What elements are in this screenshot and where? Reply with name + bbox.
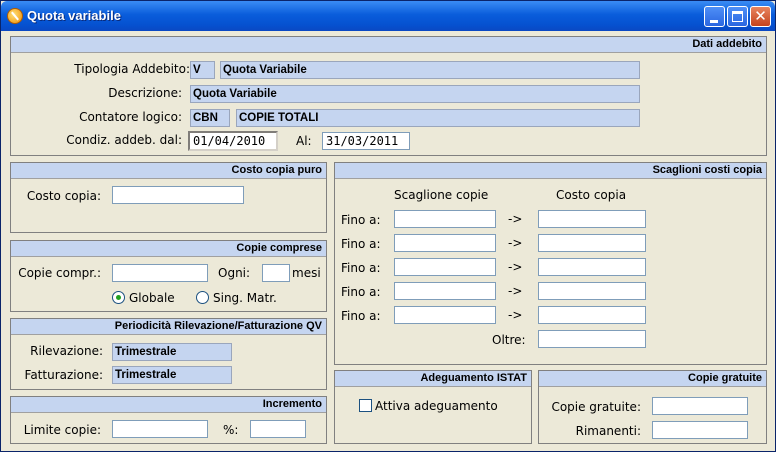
adeguamento-panel: Adeguamento ISTAT Attiva adeguamento [334,370,532,444]
maximize-icon [732,11,743,22]
mesi-label: mesi [292,266,321,280]
percent-label: %: [223,423,239,437]
minimize-icon [710,20,718,23]
globale-label[interactable]: Globale [129,291,175,305]
rilevazione-label: Rilevazione: [30,344,103,358]
scaglione-input-4[interactable] [394,282,496,300]
limite-copie-input[interactable] [112,420,208,438]
tipologia-label: Tipologia Addebito: [74,62,190,76]
oltre-input[interactable] [538,330,646,348]
costo-copia-puro-panel: Costo copia puro Costo copia: [10,162,327,233]
copie-gratuite-header: Copie gratuite [539,371,766,387]
costo-copia-input[interactable] [112,186,244,204]
costo-input-2[interactable] [538,234,646,252]
incremento-panel: Incremento Limite copie: %: [10,396,327,444]
quota-variabile-window: Quota variabile ✕ Dati addebito Tipologi… [0,0,776,452]
dati-addebito-panel: Dati addebito Tipologia Addebito: V Quot… [10,36,767,156]
fino-a-label: Fino a: [341,285,381,299]
arrow-label: -> [508,260,523,274]
rimanenti-input[interactable] [652,421,748,439]
sing-matr-label[interactable]: Sing. Matr. [213,291,277,305]
fino-a-label: Fino a: [341,261,381,275]
al-date-field[interactable]: 31/03/2011 [322,132,410,150]
arrow-label: -> [508,284,523,298]
limite-copie-label: Limite copie: [23,423,101,437]
arrow-label: -> [508,308,523,322]
costo-input-3[interactable] [538,258,646,276]
costo-input-5[interactable] [538,306,646,324]
contatore-value-field: COPIE TOTALI [236,109,640,127]
scaglioni-panel: Scaglioni costi copia Scaglione copie Co… [334,162,767,365]
al-label: Al: [296,134,312,148]
costo-copia-label: Costo copia: [26,189,101,203]
copie-comprese-header: Copie comprese [11,241,326,257]
scaglione-input-1[interactable] [394,210,496,228]
arrow-label: -> [508,212,523,226]
adeguamento-header: Adeguamento ISTAT [335,371,531,387]
globale-radio[interactable] [112,291,125,304]
copie-compr-label: Copie compr.: [18,266,101,280]
window-title: Quota variabile [27,8,121,23]
col-costo-header: Costo copia [556,188,627,202]
copie-gratuite-input[interactable] [652,397,748,415]
copie-comprese-panel: Copie comprese Copie compr.: Ogni: mesi … [10,240,327,312]
costo-input-1[interactable] [538,210,646,228]
contatore-label: Contatore logico: [79,110,182,124]
copie-gratuite-label: Copie gratuite: [551,400,641,414]
fatturazione-field: Trimestrale [112,366,232,384]
descrizione-field: Quota Variabile [190,85,640,103]
minimize-button[interactable] [704,6,725,27]
copie-gratuite-panel: Copie gratuite Copie gratuite: Rimanenti… [538,370,767,444]
condiz-label: Condiz. addeb. dal: [66,133,182,147]
maximize-button[interactable] [727,6,748,27]
sing-matr-radio[interactable] [196,291,209,304]
col-scaglione-header: Scaglione copie [394,188,489,202]
ogni-label: Ogni: [218,266,251,280]
oltre-label: Oltre: [492,333,526,347]
percent-input[interactable] [250,420,306,438]
rilevazione-field: Trimestrale [112,343,232,361]
scaglioni-header: Scaglioni costi copia [335,163,766,179]
app-icon [7,8,23,24]
contatore-code-field: CBN [190,109,230,127]
costo-copia-puro-header: Costo copia puro [11,163,326,179]
incremento-header: Incremento [11,397,326,413]
close-button[interactable]: ✕ [750,6,771,27]
scaglione-input-2[interactable] [394,234,496,252]
periodicita-panel: Periodicità Rilevazione/Fatturazione QV … [10,318,327,390]
dal-date-field[interactable]: 01/04/2010 [188,131,278,151]
dati-addebito-header: Dati addebito [11,37,766,53]
close-icon: ✕ [754,7,767,25]
fino-a-label: Fino a: [341,309,381,323]
periodicita-header: Periodicità Rilevazione/Fatturazione QV [11,319,326,335]
copie-compr-input[interactable] [112,264,208,282]
costo-input-4[interactable] [538,282,646,300]
tipologia-value-field: Quota Variabile [220,61,640,79]
scaglione-input-3[interactable] [394,258,496,276]
descrizione-label: Descrizione: [108,86,182,100]
adeguamento-checkbox[interactable] [359,399,372,412]
title-bar[interactable]: Quota variabile ✕ [1,1,775,31]
adeguamento-checkbox-label[interactable]: Attiva adeguamento [375,399,498,413]
ogni-input[interactable] [262,264,290,282]
radio-selected-dot [116,295,121,300]
tipologia-code-field: V [190,61,215,79]
arrow-label: -> [508,236,523,250]
fatturazione-label: Fatturazione: [24,368,103,382]
rimanenti-label: Rimanenti: [575,424,641,438]
fino-a-label: Fino a: [341,237,381,251]
scaglione-input-5[interactable] [394,306,496,324]
fino-a-label: Fino a: [341,213,381,227]
